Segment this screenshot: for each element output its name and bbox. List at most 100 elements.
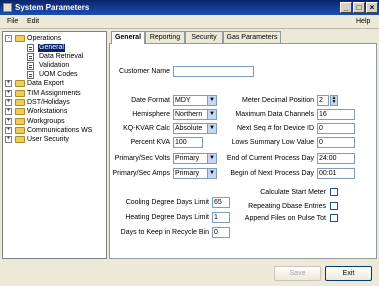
end-current-day-input[interactable]: 24:00 bbox=[317, 153, 355, 164]
expand-icon[interactable]: + bbox=[5, 118, 12, 125]
tree-item-label: Validation bbox=[39, 62, 70, 69]
tree-item-label: TIM Assignments bbox=[27, 90, 81, 97]
date-format-select[interactable]: MDY ▼ bbox=[173, 95, 217, 106]
kq-kvar-calc-select[interactable]: Absolute ▼ bbox=[173, 123, 217, 134]
chevron-down-icon[interactable]: ▼ bbox=[207, 124, 216, 133]
customer-name-input[interactable] bbox=[173, 66, 254, 77]
percent-kva-input[interactable]: 100 bbox=[173, 137, 203, 148]
folder-icon bbox=[15, 127, 25, 134]
general-tab-panel: Customer Name Date Format MDY ▼ Hemisphe… bbox=[109, 43, 377, 259]
primary-sec-volts-select[interactable]: Primary ▼ bbox=[173, 153, 217, 164]
folder-icon bbox=[15, 80, 25, 87]
kq-kvar-calc-label: KQ-KVAR Calc bbox=[123, 125, 170, 132]
tree-item-label: Communications WS bbox=[27, 127, 93, 134]
append-files-label: Append Files on Pulse Tot bbox=[244, 215, 326, 222]
hemisphere-select[interactable]: Northern ▼ bbox=[173, 109, 217, 120]
calculate-start-meter-checkbox[interactable] bbox=[330, 188, 338, 196]
app-icon bbox=[3, 3, 12, 12]
primary-sec-amps-value: Primary bbox=[175, 170, 200, 177]
next-seq-label: Next Seq # for Device ID bbox=[236, 125, 314, 132]
maximize-button[interactable]: □ bbox=[353, 2, 365, 13]
collapse-icon[interactable]: - bbox=[5, 35, 12, 42]
tree-item-label: General bbox=[38, 44, 65, 52]
heating-degree-label: Heating Degree Days Limit bbox=[125, 214, 209, 221]
heating-degree-input[interactable]: 1 bbox=[212, 212, 230, 223]
document-icon bbox=[27, 71, 34, 79]
button-bar: Save Exit bbox=[0, 261, 379, 286]
minimize-button[interactable]: _ bbox=[340, 2, 352, 13]
tree-item-tim-assignments[interactable]: + TIM Assignments bbox=[5, 90, 105, 98]
next-seq-input[interactable]: 0 bbox=[317, 123, 355, 134]
meter-decimal-spinner[interactable]: ▲ ▼ bbox=[330, 95, 338, 106]
tree-item-label: Workgroups bbox=[27, 118, 65, 125]
hemisphere-value: Northern bbox=[175, 111, 203, 118]
tree-item-communications-ws[interactable]: + Communications WS bbox=[5, 127, 105, 135]
save-button[interactable]: Save bbox=[274, 266, 321, 281]
menu-bar: File Edit Help bbox=[0, 15, 379, 29]
close-button[interactable]: × bbox=[366, 2, 378, 13]
tree-item-dst-holidays[interactable]: + DST/Holidays bbox=[5, 99, 105, 107]
menu-edit[interactable]: Edit bbox=[27, 18, 39, 25]
max-data-channels-input[interactable]: 16 bbox=[317, 109, 355, 120]
tree-item-uom-codes[interactable]: UOM Codes bbox=[5, 71, 105, 79]
tab-general[interactable]: General bbox=[111, 31, 145, 44]
max-data-channels-label: Maximum Data Channels bbox=[235, 111, 314, 118]
lows-summary-input[interactable]: 0 bbox=[317, 137, 355, 148]
tree-item-data-export[interactable]: + Data Export bbox=[5, 80, 105, 88]
repeating-dbase-checkbox[interactable] bbox=[330, 202, 338, 210]
exit-button[interactable]: Exit bbox=[325, 266, 372, 281]
expand-icon[interactable]: + bbox=[5, 99, 12, 106]
folder-open-icon bbox=[15, 35, 25, 42]
tree-item-general[interactable]: General bbox=[5, 44, 105, 52]
tree-item-label: Operations bbox=[27, 35, 62, 42]
folder-icon bbox=[15, 90, 25, 97]
begin-next-day-input[interactable]: 00:01 bbox=[317, 168, 355, 179]
tab-container: General Reporting Security Gas Parameter… bbox=[109, 31, 377, 259]
recycle-bin-input[interactable]: 0 bbox=[212, 227, 230, 238]
expand-icon[interactable]: + bbox=[5, 90, 12, 97]
tree-item-label: DST/Holidays bbox=[27, 99, 70, 106]
primary-sec-amps-label: Primary/Sec Amps bbox=[112, 170, 170, 177]
kq-kvar-calc-value: Absolute bbox=[175, 125, 203, 132]
menu-file[interactable]: File bbox=[7, 18, 18, 25]
tree-item-label: UOM Codes bbox=[39, 71, 78, 78]
document-icon bbox=[27, 62, 34, 70]
chevron-down-icon[interactable]: ▼ bbox=[207, 169, 216, 178]
folder-icon bbox=[15, 118, 25, 125]
tree-item-operations[interactable]: - Operations bbox=[5, 35, 105, 43]
menu-help[interactable]: Help bbox=[356, 18, 370, 25]
date-format-value: MDY bbox=[175, 97, 191, 104]
repeating-dbase-label: Repeating Dbase Entries bbox=[248, 203, 326, 210]
expand-icon[interactable]: + bbox=[5, 127, 12, 134]
primary-sec-amps-select[interactable]: Primary ▼ bbox=[173, 168, 217, 179]
chevron-down-icon[interactable]: ▼ bbox=[207, 110, 216, 119]
tree-item-label: User Security bbox=[27, 136, 70, 143]
tree-item-workgroups[interactable]: + Workgroups bbox=[5, 118, 105, 126]
date-format-label: Date Format bbox=[131, 97, 170, 104]
meter-decimal-position-input[interactable]: 2 bbox=[317, 95, 329, 106]
folder-icon bbox=[15, 136, 25, 143]
chevron-down-icon[interactable]: ▼ bbox=[207, 96, 216, 105]
window-title: System Parameters bbox=[15, 3, 90, 12]
tab-reporting[interactable]: Reporting bbox=[145, 31, 185, 43]
begin-next-day-label: Begin of Next Process Day bbox=[230, 170, 314, 177]
tree-item-validation[interactable]: Validation bbox=[5, 62, 105, 70]
tree-item-data-retrieval[interactable]: Data Retrieval bbox=[5, 53, 105, 61]
tab-gas-parameters[interactable]: Gas Parameters bbox=[223, 31, 281, 43]
primary-sec-volts-value: Primary bbox=[175, 155, 200, 162]
navigation-tree: - Operations General Data Retrieval Vali… bbox=[2, 31, 107, 259]
expand-icon[interactable]: + bbox=[5, 108, 12, 115]
hemisphere-label: Hemisphere bbox=[132, 111, 170, 118]
lows-summary-label: Lows Summary Low Value bbox=[231, 139, 314, 146]
expand-icon[interactable]: + bbox=[5, 80, 12, 87]
cooling-degree-input[interactable]: 65 bbox=[212, 197, 230, 208]
tree-item-user-security[interactable]: + User Security bbox=[5, 136, 105, 144]
percent-kva-label: Percent KVA bbox=[130, 139, 170, 146]
chevron-down-icon[interactable]: ▼ bbox=[207, 154, 216, 163]
document-icon bbox=[27, 44, 34, 52]
expand-icon[interactable]: + bbox=[5, 136, 12, 143]
tree-item-workstations[interactable]: + Workstations bbox=[5, 108, 105, 116]
tab-security[interactable]: Security bbox=[185, 31, 223, 43]
append-files-checkbox[interactable] bbox=[330, 214, 338, 222]
recycle-bin-label: Days to Keep in Recycle Bin bbox=[120, 229, 209, 236]
